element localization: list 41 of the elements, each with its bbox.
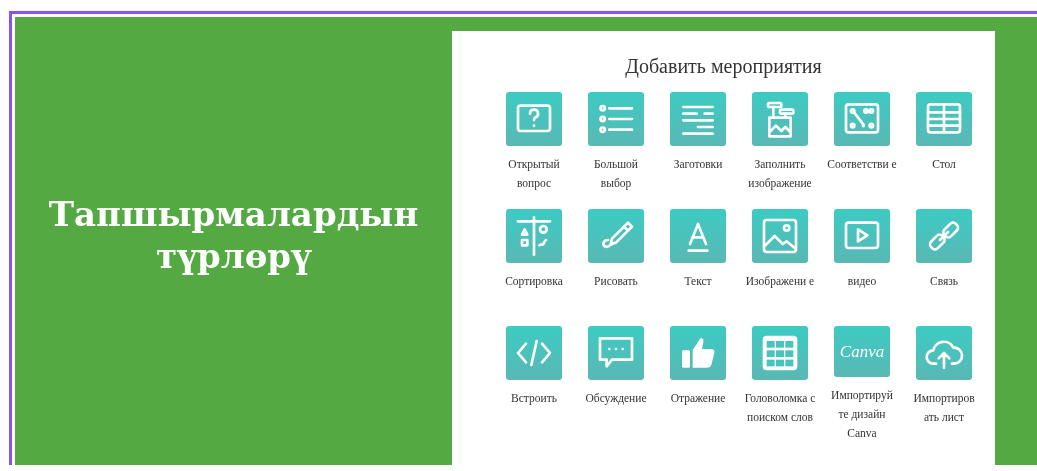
logo-text: Canva bbox=[839, 341, 885, 362]
activity-tile[interactable] bbox=[506, 209, 562, 263]
activity-label[interactable]: Текст bbox=[662, 272, 734, 291]
activity-tile[interactable] bbox=[588, 209, 644, 263]
activity-tile[interactable] bbox=[752, 92, 808, 146]
activity-tile[interactable] bbox=[670, 326, 726, 380]
activity-label[interactable]: Соответстви е bbox=[826, 155, 898, 174]
activity-label[interactable]: Импортиров ать лист bbox=[908, 389, 980, 427]
activity-label[interactable]: Встроить bbox=[498, 389, 570, 408]
activity-label[interactable]: Стол bbox=[908, 155, 980, 174]
activity-label[interactable]: Связь bbox=[908, 272, 980, 291]
sorting-icon bbox=[514, 216, 554, 256]
activity-label[interactable]: Заполнить изображение bbox=[744, 155, 816, 193]
activity-tile[interactable] bbox=[834, 209, 890, 263]
panel-title: Добавить мероприятия bbox=[624, 54, 823, 80]
activity-label[interactable]: Импортируй те дизайн Canva bbox=[826, 386, 898, 443]
activity-tile[interactable] bbox=[752, 326, 808, 380]
activity-tile[interactable] bbox=[506, 326, 562, 380]
activity-tile[interactable] bbox=[916, 326, 972, 380]
activity-label[interactable]: Открытый вопрос bbox=[498, 155, 570, 193]
activity-tile[interactable] bbox=[670, 209, 726, 263]
activity-label[interactable]: Большой выбор bbox=[580, 155, 652, 193]
activity-tile[interactable] bbox=[588, 326, 644, 380]
activity-label[interactable]: Рисовать bbox=[580, 272, 652, 291]
activity-label[interactable]: Заготовки bbox=[662, 155, 734, 174]
image-icon bbox=[760, 216, 800, 256]
activity-label[interactable]: Отражение bbox=[662, 389, 734, 408]
activity-tile[interactable] bbox=[752, 209, 808, 263]
activity-label[interactable]: Обсуждение bbox=[580, 389, 652, 408]
grid-icon bbox=[760, 333, 800, 373]
activity-tile[interactable] bbox=[916, 209, 972, 263]
activity-label[interactable]: Сортировка bbox=[498, 272, 570, 291]
activity-label[interactable]: Головоломка с поиском слов bbox=[744, 389, 816, 427]
activity-tile[interactable] bbox=[834, 92, 890, 146]
activity-label[interactable]: видео bbox=[826, 272, 898, 291]
activity-tile[interactable] bbox=[588, 92, 644, 146]
activity-tile[interactable] bbox=[670, 92, 726, 146]
activity-tile[interactable] bbox=[506, 92, 562, 146]
activity-label[interactable]: Изображени е bbox=[744, 272, 816, 291]
slide-heading: Тапшырмалардын түрлөрү bbox=[47, 193, 420, 277]
activity-tile[interactable] bbox=[916, 92, 972, 146]
